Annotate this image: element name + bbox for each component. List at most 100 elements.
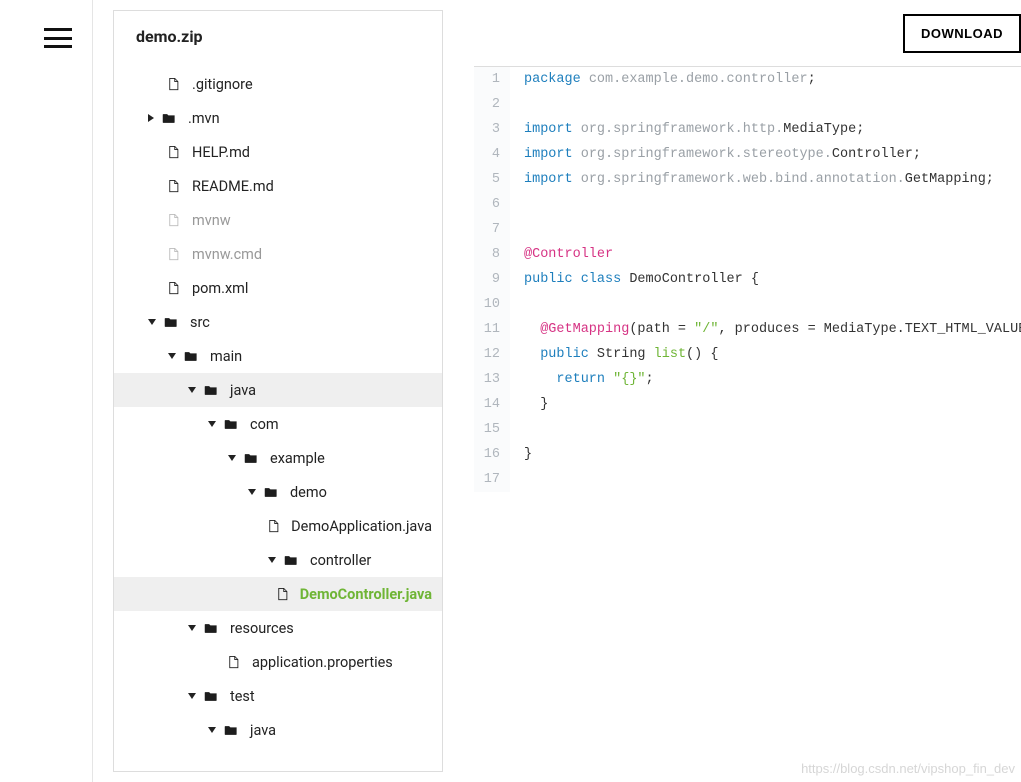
line-number: 5 [474, 167, 510, 192]
caret-down-icon[interactable] [188, 625, 196, 631]
code-source: import org.springframework.web.bind.anno… [510, 167, 994, 192]
folder-node--mvn[interactable]: .mvn [114, 101, 442, 135]
file-node-demoapplication-java[interactable]: DemoApplication.java [114, 509, 442, 543]
code-source: } [510, 442, 532, 467]
node-label: main [210, 348, 242, 365]
node-label: resources [230, 620, 294, 637]
line-number: 14 [474, 392, 510, 417]
caret-down-icon[interactable] [168, 353, 176, 359]
code-source: @Controller [510, 242, 613, 267]
folder-node-java[interactable]: java [114, 713, 442, 747]
file-node-mvnw[interactable]: mvnw [114, 203, 442, 237]
line-number: 9 [474, 267, 510, 292]
line-number: 17 [474, 467, 510, 492]
folder-node-example[interactable]: example [114, 441, 442, 475]
folder-node-controller[interactable]: controller [114, 543, 442, 577]
file-node-pom-xml[interactable]: pom.xml [114, 271, 442, 305]
caret-down-icon[interactable] [248, 489, 256, 495]
caret-down-icon[interactable] [208, 727, 216, 733]
file-icon [164, 75, 182, 93]
folder-icon [162, 313, 180, 331]
file-node-democontroller-java[interactable]: DemoController.java [114, 577, 442, 611]
folder-icon [242, 449, 260, 467]
code-source [510, 417, 532, 442]
node-label: HELP.md [192, 144, 250, 161]
line-number: 6 [474, 192, 510, 217]
folder-icon [202, 619, 220, 637]
caret-down-icon[interactable] [208, 421, 216, 427]
code-line: 12 public String list() { [474, 342, 1021, 367]
code-line: 16} [474, 442, 1021, 467]
code-source [510, 92, 532, 117]
code-line: 1package com.example.demo.controller; [474, 67, 1021, 92]
file-icon [164, 143, 182, 161]
folder-icon [282, 551, 300, 569]
code-source: @GetMapping(path = "/", produces = Media… [510, 317, 1021, 342]
folder-node-test[interactable]: test [114, 679, 442, 713]
folder-icon [202, 687, 220, 705]
file-node-help-md[interactable]: HELP.md [114, 135, 442, 169]
caret-right-icon[interactable] [148, 114, 154, 122]
code-line: 6 [474, 192, 1021, 217]
code-line: 9public class DemoController { [474, 267, 1021, 292]
file-icon [164, 245, 182, 263]
caret-down-icon[interactable] [148, 319, 156, 325]
folder-node-main[interactable]: main [114, 339, 442, 373]
folder-icon [262, 483, 280, 501]
caret-down-icon[interactable] [188, 387, 196, 393]
line-number: 2 [474, 92, 510, 117]
code-source: package com.example.demo.controller; [510, 67, 816, 92]
code-source: public class DemoController { [510, 267, 759, 292]
folder-node-src[interactable]: src [114, 305, 442, 339]
node-label: mvnw [192, 212, 231, 229]
node-label: example [270, 450, 325, 467]
node-label: com [250, 416, 279, 433]
file-node-readme-md[interactable]: README.md [114, 169, 442, 203]
code-line: 10 [474, 292, 1021, 317]
line-number: 4 [474, 142, 510, 167]
folder-icon [182, 347, 200, 365]
code-line: 4import org.springframework.stereotype.C… [474, 142, 1021, 167]
file-tree[interactable]: .gitignore .mvn HELP.md README.md mvnw mvnw.c… [114, 63, 442, 771]
caret-down-icon[interactable] [268, 557, 276, 563]
code-line: 7 [474, 217, 1021, 242]
folder-node-com[interactable]: com [114, 407, 442, 441]
folder-node-java[interactable]: java [114, 373, 442, 407]
file-node-mvnw-cmd[interactable]: mvnw.cmd [114, 237, 442, 271]
code-line: 2 [474, 92, 1021, 117]
file-icon [265, 517, 281, 535]
folder-node-resources[interactable]: resources [114, 611, 442, 645]
code-source: import org.springframework.stereotype.Co… [510, 142, 921, 167]
node-label: DemoController.java [300, 586, 432, 603]
file-icon [275, 585, 290, 603]
node-label: controller [310, 552, 371, 569]
line-number: 12 [474, 342, 510, 367]
code-source: import org.springframework.http.MediaTyp… [510, 117, 864, 142]
folder-icon [202, 381, 220, 399]
vertical-divider [92, 0, 93, 782]
node-label: .gitignore [192, 76, 253, 93]
line-number: 3 [474, 117, 510, 142]
node-label: application.properties [252, 654, 393, 671]
code-source: } [510, 392, 548, 417]
line-number: 7 [474, 217, 510, 242]
caret-down-icon[interactable] [228, 455, 236, 461]
caret-down-icon[interactable] [188, 693, 196, 699]
code-line: 17 [474, 467, 1021, 492]
line-number: 10 [474, 292, 510, 317]
file-node--gitignore[interactable]: .gitignore [114, 67, 442, 101]
hamburger-menu-icon[interactable] [44, 28, 72, 48]
download-button[interactable]: DOWNLOAD [903, 14, 1021, 53]
node-label: src [190, 314, 210, 331]
node-label: pom.xml [192, 280, 248, 297]
line-number: 13 [474, 367, 510, 392]
code-viewer[interactable]: 1package com.example.demo.controller;2 3… [474, 66, 1021, 772]
folder-node-demo[interactable]: demo [114, 475, 442, 509]
code-source: public String list() { [510, 342, 718, 367]
node-label: demo [290, 484, 327, 501]
code-source: return "{}"; [510, 367, 654, 392]
file-node-application-properties[interactable]: application.properties [114, 645, 442, 679]
node-label: .mvn [188, 110, 220, 127]
line-number: 15 [474, 417, 510, 442]
code-line: 3import org.springframework.http.MediaTy… [474, 117, 1021, 142]
